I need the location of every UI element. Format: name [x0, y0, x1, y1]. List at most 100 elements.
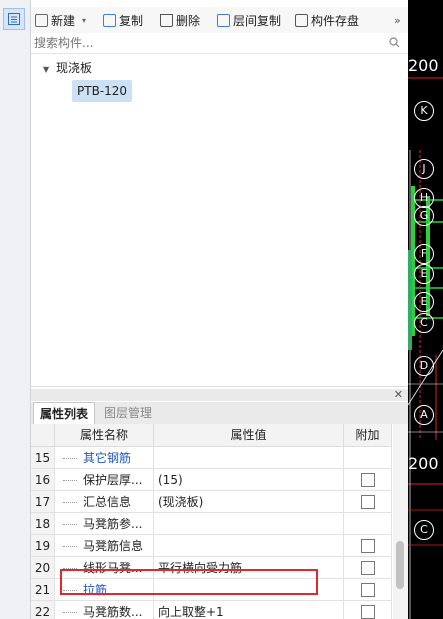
- row-number: 22: [31, 601, 55, 619]
- property-list-toggle-button[interactable]: [3, 8, 25, 30]
- row-number: 16: [31, 469, 55, 491]
- save-icon: [295, 13, 308, 27]
- search-input[interactable]: [34, 35, 374, 51]
- property-row[interactable]: 22 马凳筋数... 向上取整+1: [31, 601, 392, 619]
- property-name-cell[interactable]: 其它钢筋: [55, 447, 154, 469]
- tree-collapse-icon[interactable]: ▼: [43, 65, 49, 74]
- search-icon[interactable]: [389, 37, 400, 48]
- property-value-cell[interactable]: (现浇板): [154, 491, 344, 513]
- append-checkbox[interactable]: [360, 560, 375, 575]
- property-row[interactable]: 17 汇总信息 (现浇板): [31, 491, 392, 513]
- append-checkbox[interactable]: [360, 472, 375, 487]
- tree-connector: [63, 546, 77, 547]
- property-value-cell[interactable]: [154, 535, 344, 557]
- column-header-name: 属性名称: [55, 424, 154, 447]
- cad-axis-label: J: [414, 159, 434, 179]
- append-cell: [344, 535, 392, 557]
- cad-axis-label: A: [414, 405, 434, 425]
- new-label: 新建: [51, 13, 76, 28]
- cad-axis-label: C: [414, 313, 434, 333]
- copy-button[interactable]: 复制: [103, 7, 143, 33]
- append-cell: [344, 601, 392, 619]
- cad-axis-label: K: [414, 101, 434, 121]
- floor-copy-icon: [217, 13, 230, 27]
- property-row[interactable]: 15 其它钢筋: [31, 447, 392, 469]
- tree-node-label: 现浇板: [55, 61, 92, 75]
- delete-button[interactable]: 删除: [160, 7, 200, 33]
- property-name: 马凳筋参...: [83, 517, 143, 531]
- copy-icon: [103, 13, 116, 27]
- tree-item-ptb-120[interactable]: PTB-120: [72, 80, 133, 102]
- append-cell: [344, 579, 392, 601]
- cad-axis-label: H: [414, 188, 434, 208]
- property-row[interactable]: 19 马凳筋信息: [31, 535, 392, 557]
- row-number: 18: [31, 513, 55, 535]
- component-tree: ▼ 现浇板 PTB-120: [31, 54, 408, 387]
- append-cell: [344, 469, 392, 491]
- floor-copy-button[interactable]: 层间复制: [217, 7, 281, 33]
- new-button[interactable]: 新建 ▾: [35, 7, 86, 33]
- row-number: 21: [31, 579, 55, 601]
- delete-label: 删除: [176, 13, 201, 28]
- append-cell: [344, 513, 392, 535]
- row-number-header: [31, 424, 55, 447]
- property-row[interactable]: 18 马凳筋参...: [31, 513, 392, 535]
- cad-axis-label: E: [414, 292, 434, 312]
- cad-axis-label: E: [414, 264, 434, 284]
- property-name-cell[interactable]: 马凳筋参...: [55, 513, 154, 535]
- highlight-box: [60, 569, 318, 595]
- property-name-cell[interactable]: 马凳筋数...: [55, 601, 154, 619]
- cad-axis-label: D: [414, 356, 434, 376]
- append-cell: [344, 557, 392, 579]
- property-name: 其它钢筋: [83, 451, 132, 465]
- tree-node-slab[interactable]: ▼ 现浇板: [43, 59, 92, 76]
- floor-copy-label: 层间复制: [233, 13, 282, 28]
- property-grid-scrollbar[interactable]: [393, 424, 408, 619]
- save-component-button[interactable]: 构件存盘: [295, 7, 359, 33]
- tree-connector: [63, 524, 77, 525]
- save-component-label: 构件存盘: [311, 13, 360, 28]
- cad-axis-label: F: [414, 244, 434, 264]
- append-checkbox[interactable]: [360, 582, 375, 597]
- append-cell: [344, 447, 392, 469]
- tree-connector: [63, 502, 77, 503]
- append-checkbox[interactable]: [360, 494, 375, 509]
- list-icon: [8, 13, 20, 25]
- column-header-append: 附加: [344, 424, 392, 447]
- component-toolbar: 新建 ▾ 复制 删除 层间复制 构件存盘 »: [31, 7, 408, 34]
- close-icon[interactable]: ✕: [394, 388, 403, 401]
- tree-connector: [63, 480, 77, 481]
- property-name: 马凳筋数...: [83, 605, 143, 619]
- property-name-cell[interactable]: 汇总信息: [55, 491, 154, 513]
- property-name-cell[interactable]: 马凳筋信息: [55, 535, 154, 557]
- property-name-cell[interactable]: 保护层厚...: [55, 469, 154, 491]
- append-checkbox[interactable]: [360, 538, 375, 553]
- property-value-cell[interactable]: [154, 513, 344, 535]
- tab-layer-management[interactable]: 图层管理: [98, 402, 158, 424]
- property-section-header: ✕: [31, 388, 408, 401]
- property-name: 汇总信息: [83, 495, 132, 509]
- property-value-cell[interactable]: (15): [154, 469, 344, 491]
- property-row[interactable]: 16 保护层厚... (15): [31, 469, 392, 491]
- property-value-cell[interactable]: [154, 447, 344, 469]
- dropdown-arrow-icon[interactable]: ▾: [82, 16, 86, 25]
- property-value-cell[interactable]: 向上取整+1: [154, 601, 344, 619]
- cad-dimension-label: 200: [408, 56, 439, 75]
- row-number: 17: [31, 491, 55, 513]
- tab-property-list[interactable]: 属性列表: [33, 402, 96, 424]
- row-number: 15: [31, 447, 55, 469]
- property-tabs: 属性列表 图层管理: [31, 402, 408, 425]
- scrollbar-thumb[interactable]: [396, 541, 404, 589]
- append-cell: [344, 491, 392, 513]
- tree-connector: [63, 612, 77, 613]
- property-name: 保护层厚...: [83, 473, 143, 487]
- trash-icon: [160, 13, 173, 27]
- cad-drawing-view[interactable]: 200 K J H G F E E C D A 200 C: [408, 0, 443, 619]
- copy-label: 复制: [119, 13, 144, 28]
- row-number: 20: [31, 557, 55, 579]
- component-panel: 新建 ▾ 复制 删除 层间复制 构件存盘 » ▼: [31, 0, 408, 619]
- append-checkbox[interactable]: [360, 604, 375, 619]
- cad-axis-label: C: [414, 520, 434, 540]
- toolbar-overflow-button[interactable]: »: [394, 7, 401, 33]
- tree-connector: [63, 458, 77, 459]
